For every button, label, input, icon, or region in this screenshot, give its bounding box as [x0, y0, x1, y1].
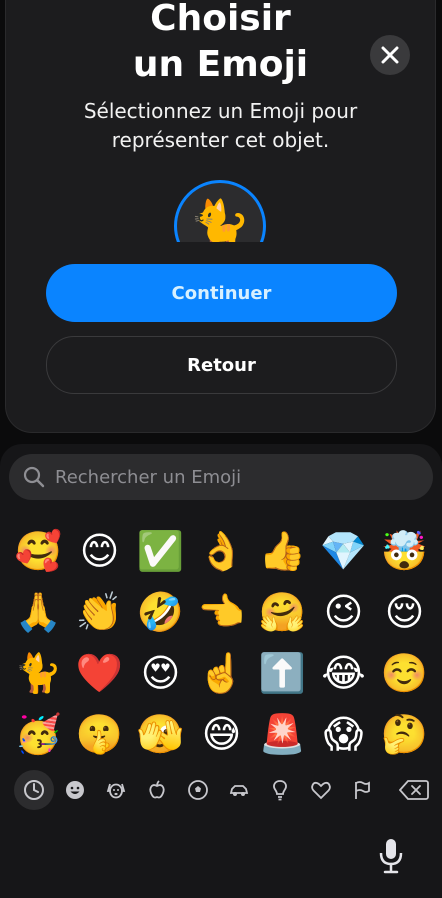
emoji-keyboard: 🥰😊✅👌👍💎🤯 🙏👏🤣👈🤗😉😌 🐈❤️😍☝️⬆️😂☺️ 🥳🤫🫣😅🚨😱🤔	[0, 444, 442, 898]
emoji-key[interactable]: 😅	[191, 703, 252, 764]
choose-emoji-modal: Choisir un Emoji Sélectionnez un Emoji p…	[6, 0, 435, 432]
emoji-category-bar	[14, 770, 434, 810]
modal-subtitle: Sélectionnez un Emoji pour représenter c…	[26, 97, 415, 155]
flag-icon	[355, 781, 370, 799]
category-travel[interactable]	[219, 770, 259, 810]
microphone-icon	[379, 839, 403, 874]
emoji-key[interactable]: 🫣	[130, 703, 191, 764]
category-food[interactable]	[137, 770, 177, 810]
emoji-key[interactable]: 👌	[191, 520, 252, 581]
emoji-key[interactable]: ✅	[130, 520, 191, 581]
emoji-key[interactable]: 🤣	[130, 581, 191, 642]
emoji-grid: 🥰 😊 ✅ 👌 👍 💎 🤯 🙏 👏 🤣 👈 🤗 😉 😌 🐈 ❤️ 😍 ☝️ ⬆️ 😂 ☺️ 🥳 🤫 🫣 😅 🚨 😱 🤔	[8, 520, 435, 764]
modal-title: Choisir un Emoji	[6, 0, 435, 88]
category-animals[interactable]	[96, 770, 136, 810]
category-objects[interactable]	[260, 770, 300, 810]
emoji-key[interactable]: 🤫	[69, 703, 130, 764]
selected-emoji: 🐈	[174, 180, 266, 242]
emoji-key[interactable]: ☺️	[374, 642, 435, 703]
clock-icon	[24, 780, 44, 800]
close-icon	[381, 46, 399, 64]
emoji-key[interactable]: 😂	[313, 642, 374, 703]
category-smileys[interactable]	[55, 770, 95, 810]
subtitle-line-1: Sélectionnez un Emoji pour	[83, 99, 358, 123]
emoji-key[interactable]: 😱	[313, 703, 374, 764]
emoji-key[interactable]: 😊	[69, 520, 130, 581]
emoji-key[interactable]: ⬆️	[252, 642, 313, 703]
search-icon	[23, 466, 45, 488]
category-flags[interactable]	[342, 770, 382, 810]
close-button[interactable]	[370, 35, 410, 75]
emoji-key[interactable]: 🤯	[374, 520, 435, 581]
emoji-key[interactable]: 🥰	[8, 520, 69, 581]
delete-backspace-icon	[399, 780, 429, 800]
emoji-key[interactable]: 👍	[252, 520, 313, 581]
category-activities[interactable]	[178, 770, 218, 810]
car-icon	[229, 785, 249, 796]
apple-icon	[149, 780, 165, 799]
dog-icon	[106, 783, 126, 799]
smiley-icon	[66, 781, 84, 799]
category-symbols[interactable]	[301, 770, 341, 810]
emoji-key[interactable]: 😍	[130, 642, 191, 703]
emoji-search-input[interactable]	[53, 465, 417, 489]
continue-button[interactable]: Continuer	[46, 264, 397, 322]
emoji-search-bar[interactable]	[9, 454, 433, 500]
emoji-key[interactable]: 🙏	[8, 581, 69, 642]
lightbulb-icon	[273, 780, 287, 801]
emoji-key[interactable]: 🤔	[374, 703, 435, 764]
soccer-ball-icon	[188, 780, 208, 800]
selected-emoji-preview[interactable]: 🐈	[174, 180, 266, 242]
emoji-key[interactable]: ☝️	[191, 642, 252, 703]
emoji-key[interactable]: 💎	[313, 520, 374, 581]
category-recent[interactable]	[14, 770, 54, 810]
emoji-key[interactable]: 👏	[69, 581, 130, 642]
emoji-key[interactable]: 👈	[191, 581, 252, 642]
title-line-1: Choisir	[150, 0, 291, 39]
dictation-button[interactable]	[374, 836, 408, 876]
emoji-key[interactable]: 😌	[374, 581, 435, 642]
heart-icon	[311, 781, 331, 800]
emoji-key[interactable]: 🤗	[252, 581, 313, 642]
emoji-key[interactable]: 🥳	[8, 703, 69, 764]
emoji-key[interactable]: 🐈	[8, 642, 69, 703]
delete-button[interactable]	[394, 774, 434, 806]
subtitle-line-2: représenter cet objet.	[111, 128, 330, 152]
emoji-key[interactable]: 🚨	[252, 703, 313, 764]
back-button[interactable]: Retour	[46, 336, 397, 394]
emoji-key[interactable]: 😉	[313, 581, 374, 642]
emoji-key[interactable]: ❤️	[69, 642, 130, 703]
